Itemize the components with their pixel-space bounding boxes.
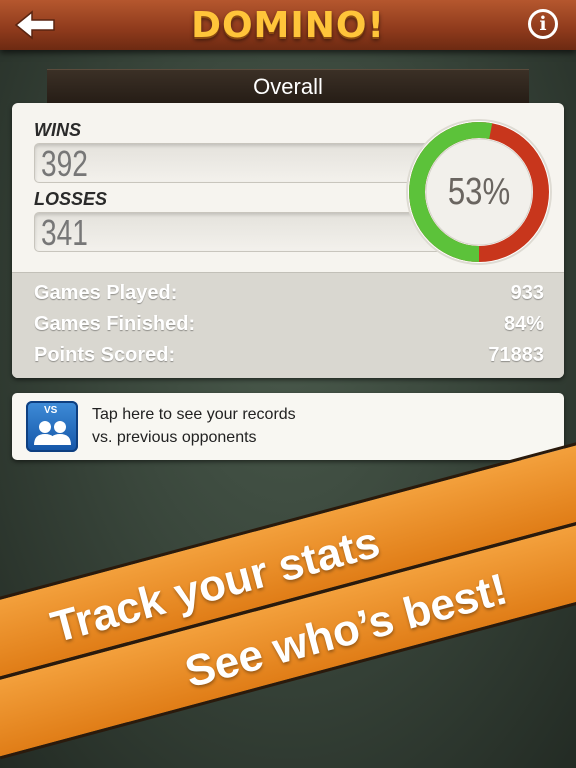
stats-card: WINS 392 LOSSES 341 53% Games Played: 93… <box>12 103 564 378</box>
summary-label: Games Finished: <box>34 313 196 335</box>
summary-row-games-played: Games Played: 933 <box>34 282 544 312</box>
section-title: Overall <box>47 69 529 103</box>
header-bar: DOMINO! i <box>0 0 576 50</box>
summary-label: Games Played: <box>34 282 178 304</box>
summary-value: 71883 <box>488 344 544 366</box>
win-ratio-ring: 53% <box>404 117 554 267</box>
opponent-records-text-line1: Tap here to see your records <box>92 406 296 423</box>
summary-value: 84% <box>503 313 544 335</box>
summary-row-games-finished: Games Finished: 84% <box>34 313 544 343</box>
win-percent: 53% <box>447 171 511 213</box>
summary-value: 933 <box>510 282 544 304</box>
info-icon[interactable]: i <box>528 9 558 39</box>
app-title: DOMINO! <box>191 5 385 46</box>
wins-bar: 392 <box>34 143 454 184</box>
wins-value: 392 <box>41 143 88 184</box>
opponent-records-button[interactable]: VS Tap here to see your records vs. prev… <box>12 393 564 460</box>
summary-panel: Games Played: 933 Games Finished: 84% Po… <box>12 272 564 378</box>
opponent-records-text-line2: vs. previous opponents <box>92 429 257 446</box>
opponents-icon: VS <box>26 401 78 452</box>
summary-label: Points Scored: <box>34 344 176 366</box>
wins-label: WINS <box>34 120 81 140</box>
losses-bar: 341 <box>34 212 454 253</box>
losses-label: LOSSES <box>34 189 108 209</box>
losses-value: 341 <box>41 212 88 253</box>
summary-row-points-scored: Points Scored: 71883 <box>34 344 544 374</box>
